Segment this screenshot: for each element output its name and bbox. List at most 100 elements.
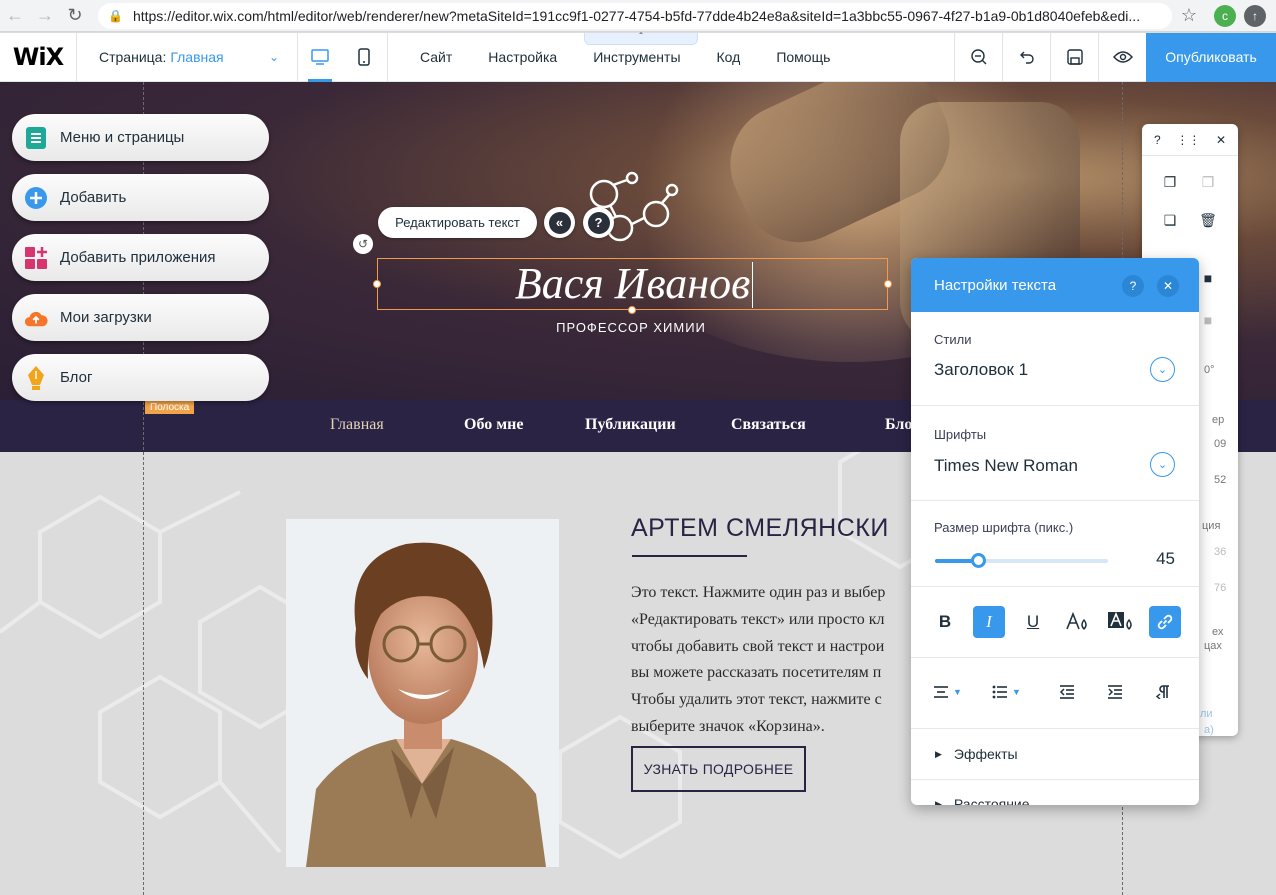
pin-label-fragment-2: цах (1204, 640, 1222, 652)
pill-label: Блог (60, 369, 93, 386)
caret-right-icon: ▶ (935, 748, 942, 759)
fonts-dropdown[interactable]: Times New Roman (934, 456, 1078, 476)
highlight-button[interactable] (1105, 606, 1137, 638)
chevron-down-icon[interactable]: ⌄ (1150, 357, 1175, 382)
rotate-handle-icon[interactable]: ↺ (353, 234, 373, 254)
learn-more-button[interactable]: УЗНАТЬ ПОДРОБНЕЕ (631, 746, 806, 792)
hero-subtitle[interactable]: ПРОФЕССОР ХИМИИ (377, 320, 885, 335)
reload-icon[interactable]: ↻ (60, 1, 90, 31)
arrange-icon[interactable]: ■ (1200, 270, 1216, 286)
site-nav-contact[interactable]: Связаться (731, 416, 806, 434)
duplicate-icon[interactable]: ❏ (1162, 212, 1178, 228)
back-icon[interactable]: ← (0, 1, 30, 31)
selection-box (377, 258, 888, 310)
help-button[interactable]: ? (583, 207, 614, 238)
menu-settings[interactable]: Настройка (488, 49, 557, 65)
effects-expander[interactable]: ▶ Эффекты (935, 746, 1018, 762)
text-color-button[interactable] (1061, 606, 1093, 638)
apps-icon (24, 246, 48, 270)
font-size-section: Размер шрифта (пикс.) (911, 501, 1199, 587)
publish-button[interactable]: Опубликовать (1146, 32, 1276, 82)
zoom-out-button[interactable] (954, 32, 1002, 82)
person-portrait (306, 542, 546, 867)
resize-handle-bottom[interactable] (628, 306, 636, 314)
pin-label-fragment: ех (1212, 626, 1224, 638)
width-value-fragment: 09 (1214, 438, 1227, 450)
undo-button[interactable] (1002, 32, 1050, 82)
portrait-image[interactable] (286, 519, 559, 867)
wix-logo[interactable]: WiX (0, 43, 76, 71)
list-dropdown[interactable]: ▼ (992, 682, 1021, 702)
my-uploads-button[interactable]: Мои загрузки (12, 294, 269, 341)
blog-button[interactable]: Блог (12, 354, 269, 401)
layers-icon[interactable]: ■ (1200, 312, 1216, 328)
font-size-value[interactable]: 45 (1156, 549, 1175, 569)
site-nav-about[interactable]: Обо мне (464, 416, 523, 434)
align-dropdown[interactable]: ▼ (933, 682, 962, 702)
indent-increase-icon (1108, 685, 1122, 699)
add-apps-button[interactable]: Добавить приложения (12, 234, 269, 281)
panel-close-icon[interactable]: ✕ (1157, 275, 1179, 297)
position-label-fragment: ция (1202, 520, 1221, 532)
forward-icon[interactable]: → (30, 1, 60, 31)
menu-help[interactable]: Помощь (776, 49, 830, 65)
decrease-indent-button[interactable] (1059, 682, 1075, 702)
add-button[interactable]: Добавить (12, 174, 269, 221)
highlight-icon (1108, 611, 1132, 630)
fonts-label: Шрифты (934, 427, 987, 442)
preview-button[interactable] (1098, 32, 1146, 82)
text-direction-button[interactable] (1156, 682, 1170, 702)
about-paragraph[interactable]: Это текст. Нажмите один раз и выбер «Ред… (631, 580, 911, 741)
bookmark-star-icon[interactable]: ☆ (1172, 5, 1206, 26)
paragraph-line: «Редактировать текст» или просто кл (631, 610, 885, 628)
italic-button[interactable]: I (973, 606, 1005, 638)
toolbar-help-icon[interactable]: ? (1154, 133, 1161, 147)
add-icon (24, 186, 48, 210)
menu-code[interactable]: Код (717, 49, 741, 65)
site-nav-blog[interactable]: Бло (885, 416, 912, 434)
edit-text-button[interactable]: Редактировать текст (378, 207, 537, 238)
menu-site[interactable]: Сайт (420, 49, 452, 65)
profile-avatar[interactable]: c (1214, 4, 1236, 27)
menu-and-pages-button[interactable]: Меню и страницы (12, 114, 269, 161)
pill-label: Меню и страницы (60, 129, 185, 146)
device-switcher (298, 32, 388, 82)
drag-handle-icon[interactable]: ⋮⋮ (1176, 133, 1200, 147)
collapse-toolbar-tab[interactable]: ˆ (584, 33, 698, 45)
link-button[interactable] (1149, 606, 1181, 638)
desktop-view-button[interactable] (298, 33, 342, 82)
y-value-fragment: 76 (1214, 582, 1227, 594)
link-fragment-2: а) (1204, 724, 1214, 736)
address-bar[interactable]: 🔒 https://editor.wix.com/html/editor/web… (98, 2, 1172, 29)
trash-icon[interactable]: 🗑 (1199, 212, 1217, 228)
caret-right-icon: ▶ (935, 798, 942, 806)
save-button[interactable] (1050, 32, 1098, 82)
mobile-view-button[interactable] (342, 33, 386, 82)
spacing-label: Расстояние (953, 796, 1030, 805)
update-icon[interactable]: ↑ (1244, 4, 1266, 27)
effects-label: Эффекты (953, 746, 1018, 762)
toolbar-close-icon[interactable]: ✕ (1216, 133, 1226, 147)
text-settings-panel: Настройки текста ? ✕ Стили Заголовок 1 ⌄… (911, 258, 1199, 805)
underline-button[interactable]: U (1017, 606, 1049, 638)
font-size-slider[interactable] (935, 553, 1108, 568)
increase-indent-button[interactable] (1107, 682, 1123, 702)
animation-button[interactable]: « (544, 207, 575, 238)
styles-dropdown[interactable]: Заголовок 1 (934, 360, 1028, 380)
bold-button[interactable]: B (929, 606, 961, 638)
spacing-expander[interactable]: ▶ Расстояние (935, 796, 1030, 805)
resize-handle-left[interactable] (373, 280, 381, 288)
copy-icon[interactable]: ❐ (1162, 174, 1178, 190)
chevron-down-icon[interactable]: ⌄ (1150, 452, 1175, 477)
paste-icon[interactable]: ❐ (1200, 174, 1216, 190)
strip-label: Полоска (145, 401, 195, 414)
page-selector[interactable]: Страница: Главная ⌄ (76, 32, 298, 82)
panel-help-icon[interactable]: ? (1122, 275, 1144, 297)
site-nav-publications[interactable]: Публикации (585, 416, 676, 434)
menu-tools[interactable]: Инструменты (593, 49, 680, 65)
about-title[interactable]: АРТЕМ СМЕЛЯНСКИ (631, 514, 889, 543)
chevron-down-icon: ⌄ (268, 50, 279, 64)
resize-handle-right[interactable] (884, 280, 892, 288)
pen-nib-icon (24, 365, 48, 390)
site-nav-home[interactable]: Главная (330, 416, 384, 434)
